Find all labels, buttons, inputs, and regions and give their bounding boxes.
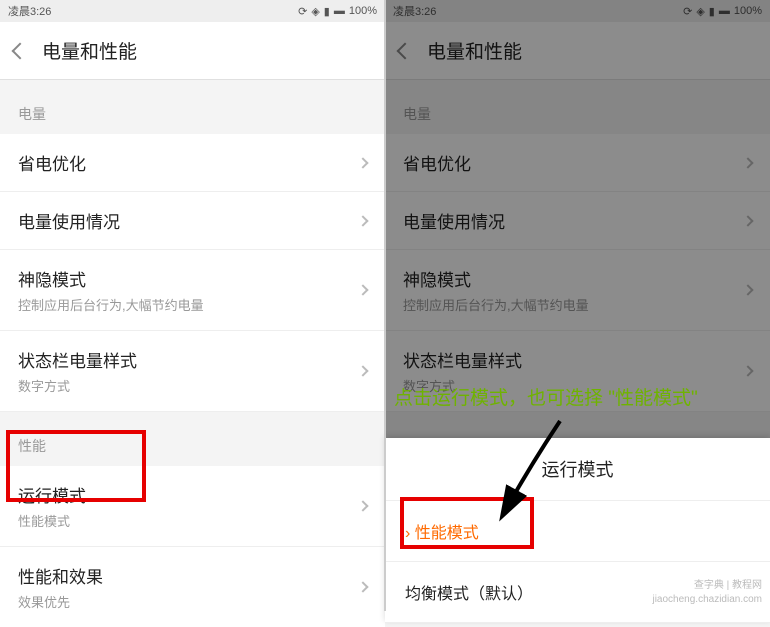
chevron-right-icon — [742, 215, 753, 226]
item-label: 电量使用情况 — [403, 208, 744, 233]
item-sub: 性能模式 — [18, 511, 359, 530]
chevron-right-icon — [357, 581, 368, 592]
status-icons: ⟳ ◈ ▮ ▬ 100% — [298, 5, 377, 18]
chevron-right-icon — [742, 157, 753, 168]
status-bar: 凌晨3:26 ⟳ ◈ ▮ ▬ 100% — [0, 0, 385, 22]
item-label: 省电优化 — [403, 150, 744, 175]
status-icons: ⟳ ◈ ▮ ▬ 100% — [683, 5, 762, 18]
annotation-text: 点击运行模式，也可选择 "性能模式" — [394, 383, 698, 410]
sync-icon: ⟳ — [683, 5, 692, 18]
chevron-right-icon — [742, 284, 753, 295]
item-power-saving[interactable]: 省电优化 — [0, 134, 385, 192]
chevron-right-icon — [357, 365, 368, 376]
item-battery-usage[interactable]: 电量使用情况 — [0, 192, 385, 250]
battery-percent: 100% — [734, 5, 762, 17]
back-icon[interactable] — [397, 42, 414, 59]
item-power-saving[interactable]: 省电优化 — [385, 134, 770, 192]
signal-icon: ▮ — [709, 5, 715, 18]
item-status-bar-style[interactable]: 状态栏电量样式 数字方式 — [0, 331, 385, 412]
page-title: 电量和性能 — [42, 37, 137, 64]
chevron-right-icon — [357, 215, 368, 226]
item-label: 神隐模式 — [403, 266, 744, 291]
battery-icon: ▬ — [334, 5, 345, 17]
popup-option-performance[interactable]: 性能模式 — [385, 501, 770, 562]
watermark-1: 查字典 | 教程网 — [694, 576, 762, 591]
screen-left: 凌晨3:26 ⟳ ◈ ▮ ▬ 100% 电量和性能 电量 省电优化 电量使用情况… — [0, 0, 385, 627]
status-time: 凌晨3:26 — [393, 3, 436, 19]
page-title: 电量和性能 — [427, 37, 522, 64]
chevron-right-icon — [357, 284, 368, 295]
back-icon[interactable] — [12, 42, 29, 59]
wifi-icon: ◈ — [696, 5, 704, 18]
chevron-right-icon — [357, 157, 368, 168]
popup-option-balanced[interactable]: 均衡模式（默认） — [385, 562, 770, 623]
wifi-icon: ◈ — [311, 5, 319, 18]
item-run-mode[interactable]: 运行模式 性能模式 — [0, 466, 385, 547]
item-stealth-mode[interactable]: 神隐模式 控制应用后台行为,大幅节约电量 — [385, 250, 770, 331]
item-battery-usage[interactable]: 电量使用情况 — [385, 192, 770, 250]
signal-icon: ▮ — [324, 5, 330, 18]
item-label: 状态栏电量样式 — [18, 347, 359, 372]
title-bar: 电量和性能 — [0, 22, 385, 80]
battery-icon: ▬ — [719, 5, 730, 17]
battery-percent: 100% — [349, 5, 377, 17]
item-sub: 效果优先 — [18, 592, 359, 611]
title-bar: 电量和性能 — [385, 22, 770, 80]
section-performance: 性能 — [0, 412, 385, 466]
popup-title: 运行模式 — [385, 438, 770, 501]
item-label: 电量使用情况 — [18, 208, 359, 233]
watermark-2: jiaocheng.chazidian.com — [652, 594, 762, 605]
status-time: 凌晨3:26 — [8, 3, 51, 19]
chevron-right-icon — [357, 500, 368, 511]
item-label: 运行模式 — [18, 482, 359, 507]
item-sub: 数字方式 — [18, 376, 359, 395]
item-label: 状态栏电量样式 — [403, 347, 744, 372]
status-bar: 凌晨3:26 ⟳ ◈ ▮ ▬ 100% — [385, 0, 770, 22]
item-sub: 控制应用后台行为,大幅节约电量 — [403, 295, 744, 314]
chevron-right-icon — [742, 365, 753, 376]
item-label: 性能和效果 — [18, 563, 359, 588]
item-sub: 控制应用后台行为,大幅节约电量 — [18, 295, 359, 314]
item-label: 神隐模式 — [18, 266, 359, 291]
section-battery: 电量 — [385, 80, 770, 134]
section-battery: 电量 — [0, 80, 385, 134]
item-label: 省电优化 — [18, 150, 359, 175]
item-stealth-mode[interactable]: 神隐模式 控制应用后台行为,大幅节约电量 — [0, 250, 385, 331]
item-perf-effect[interactable]: 性能和效果 效果优先 — [0, 547, 385, 627]
screen-divider — [384, 0, 386, 611]
sync-icon: ⟳ — [298, 5, 307, 18]
